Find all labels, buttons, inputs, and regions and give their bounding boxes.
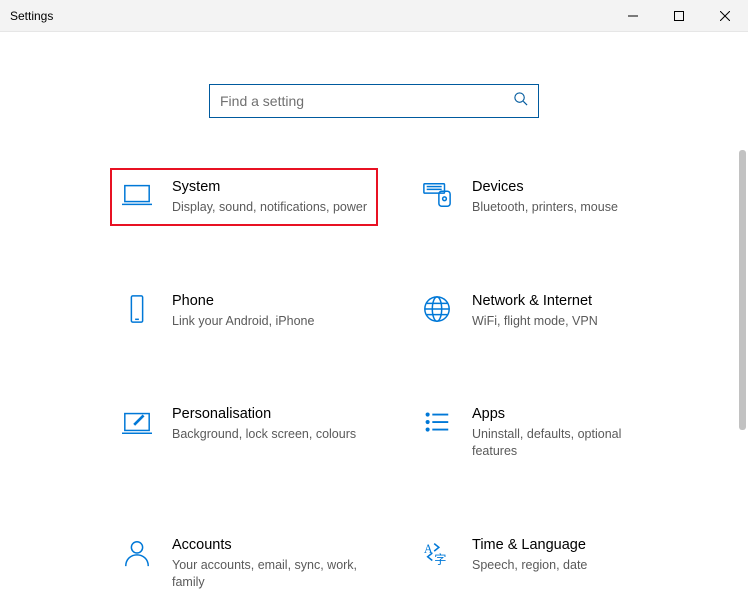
tile-desc: Display, sound, notifications, power xyxy=(172,199,368,216)
search-icon xyxy=(513,91,528,111)
tile-desc: Speech, region, date xyxy=(472,557,668,574)
tile-desc: Bluetooth, printers, mouse xyxy=(472,199,668,216)
tile-desc: WiFi, flight mode, VPN xyxy=(472,313,668,330)
window-title: Settings xyxy=(10,9,53,23)
window-controls xyxy=(610,0,748,31)
tile-title: Devices xyxy=(472,178,668,197)
devices-icon xyxy=(420,178,454,212)
tile-phone[interactable]: Phone Link your Android, iPhone xyxy=(110,282,378,340)
tile-title: Network & Internet xyxy=(472,292,668,311)
close-button[interactable] xyxy=(702,0,748,31)
tile-title: System xyxy=(172,178,368,197)
settings-grid: System Display, sound, notifications, po… xyxy=(0,118,748,601)
tile-title: Phone xyxy=(172,292,368,311)
tile-system[interactable]: System Display, sound, notifications, po… xyxy=(110,168,378,226)
phone-icon xyxy=(120,292,154,326)
tile-desc: Your accounts, email, sync, work, family xyxy=(172,557,368,591)
tile-title: Accounts xyxy=(172,536,368,555)
tile-desc: Uninstall, defaults, optional features xyxy=(472,426,668,460)
tile-title: Apps xyxy=(472,405,668,424)
time-language-icon: A 字 xyxy=(420,536,454,570)
tile-accounts[interactable]: Accounts Your accounts, email, sync, wor… xyxy=(110,526,378,601)
svg-text:字: 字 xyxy=(434,551,446,566)
system-icon xyxy=(120,178,154,212)
titlebar: Settings xyxy=(0,0,748,32)
personalisation-icon xyxy=(120,405,154,439)
search-box[interactable] xyxy=(209,84,539,118)
tile-time-language[interactable]: A 字 Time & Language Speech, region, date xyxy=(410,526,678,601)
network-icon xyxy=(420,292,454,326)
maximize-button[interactable] xyxy=(656,0,702,31)
tile-network[interactable]: Network & Internet WiFi, flight mode, VP… xyxy=(410,282,678,340)
tile-devices[interactable]: Devices Bluetooth, printers, mouse xyxy=(410,168,678,226)
tile-title: Personalisation xyxy=(172,405,368,424)
accounts-icon xyxy=(120,536,154,570)
scrollbar-thumb[interactable] xyxy=(739,150,746,430)
apps-icon xyxy=(420,405,454,439)
tile-title: Time & Language xyxy=(472,536,668,555)
tile-apps[interactable]: Apps Uninstall, defaults, optional featu… xyxy=(410,395,678,470)
tile-desc: Background, lock screen, colours xyxy=(172,426,368,443)
search-input[interactable] xyxy=(220,93,513,109)
tile-desc: Link your Android, iPhone xyxy=(172,313,368,330)
tile-personalisation[interactable]: Personalisation Background, lock screen,… xyxy=(110,395,378,470)
minimize-button[interactable] xyxy=(610,0,656,31)
